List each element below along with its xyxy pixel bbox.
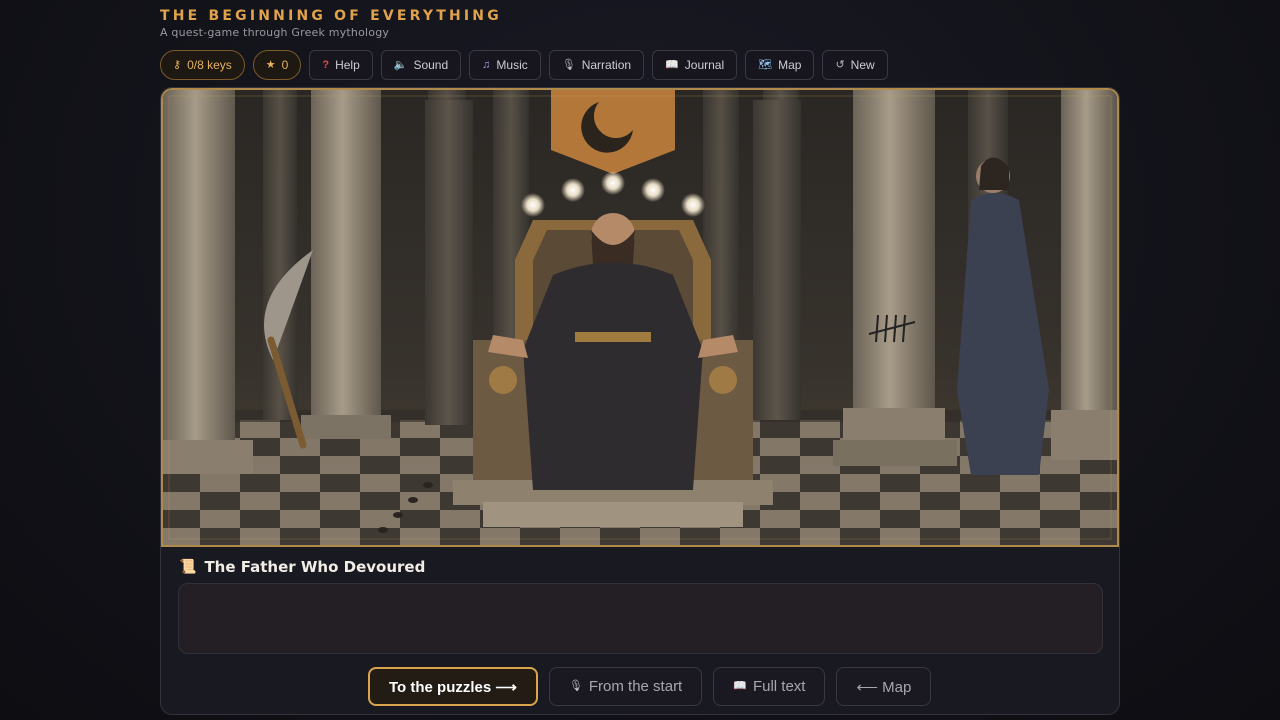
help-label: Help (335, 58, 360, 72)
microphone-icon: 🎙 (561, 58, 576, 71)
story-panel: 📜 The Father Who Devoured To the puzzles… (160, 87, 1120, 715)
chapter-title: The Father Who Devoured (204, 558, 426, 576)
question-icon: ? (322, 58, 330, 71)
music-label: Music (496, 58, 528, 72)
from-start-button[interactable]: 🎙 From the start (548, 667, 703, 706)
game-header: THE BEGINNING OF EVERYTHING A quest-game… (160, 8, 1120, 39)
narration-button[interactable]: 🎙 Narration (548, 50, 645, 80)
new-game-button[interactable]: ↺ New (822, 50, 888, 80)
speaker-icon: 🔈 (393, 58, 408, 71)
microphone-icon: 🎙 (568, 680, 583, 692)
action-bar: To the puzzles ⟶ 🎙 From the start 📖 Full… (368, 667, 932, 706)
keys-counter-button[interactable]: ⚷ 0/8 keys (160, 50, 245, 80)
stars-counter-button[interactable]: ★ 0 (252, 50, 302, 80)
map-icon: 🗺 (758, 58, 773, 71)
game-title: THE BEGINNING OF EVERYTHING (160, 8, 502, 24)
music-button[interactable]: ♫ Music (469, 50, 541, 80)
chapter-heading: 📜 The Father Who Devoured (179, 558, 425, 576)
music-note-icon: ♫ (482, 58, 491, 71)
narration-label: Narration (581, 58, 632, 72)
sound-label: Sound (413, 58, 449, 72)
from-start-label: From the start (588, 678, 683, 695)
book-icon: 📖 (665, 58, 679, 71)
star-icon: ★ (265, 58, 276, 71)
map-button[interactable]: 🗺 Map (745, 50, 815, 80)
journal-button[interactable]: 📖 Journal (652, 50, 738, 80)
restart-icon: ↺ (835, 58, 845, 71)
help-button[interactable]: ? Help (309, 50, 373, 80)
journal-label: Journal (684, 58, 725, 72)
game-subtitle: A quest-game through Greek mythology (160, 26, 390, 39)
throne-room-scene (163, 90, 1117, 545)
sound-button[interactable]: 🔈 Sound (380, 50, 462, 80)
scroll-icon: 📜 (179, 559, 197, 575)
keys-counter-label: 0/8 keys (187, 58, 232, 72)
book-icon: 📖 (733, 680, 747, 692)
scene-illustration (161, 88, 1119, 547)
key-icon: ⚷ (173, 58, 182, 71)
full-text-label: Full text (752, 678, 806, 695)
to-puzzles-button[interactable]: To the puzzles ⟶ (368, 667, 538, 706)
toolbar: ⚷ 0/8 keys ★ 0 ? Help 🔈 Sound ♫ Music 🎙 … (160, 50, 888, 80)
new-game-label: New (850, 58, 875, 72)
full-text-button[interactable]: 📖 Full text (713, 667, 826, 706)
back-to-map-button[interactable]: ⟵ Map (836, 667, 932, 706)
map-label: Map (778, 58, 802, 72)
stars-counter-label: 0 (281, 58, 289, 72)
story-text-box (178, 583, 1103, 654)
